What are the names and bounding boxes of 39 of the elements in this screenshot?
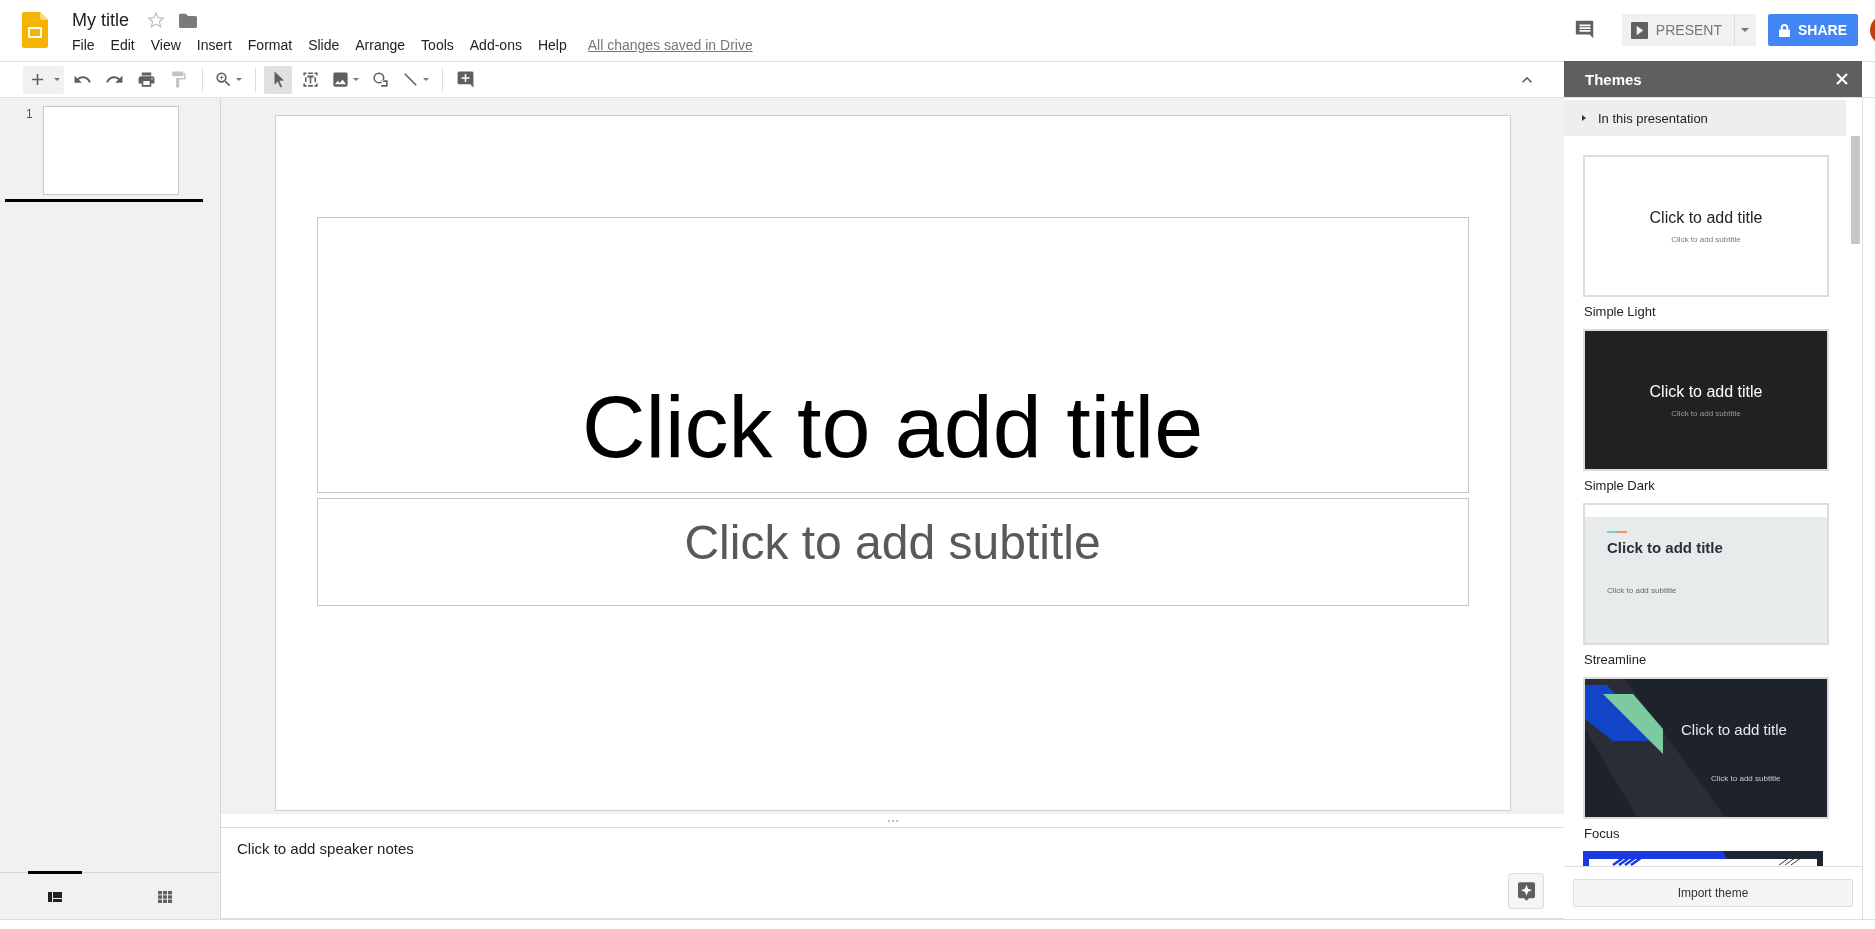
menu-item[interactable]: Tools — [413, 37, 462, 53]
theme-name: Simple Light — [1583, 303, 1657, 321]
share-button[interactable]: SHARE — [1768, 14, 1858, 46]
menu-item[interactable]: Edit — [102, 37, 143, 53]
save-status-link[interactable]: All changes saved in Drive — [587, 37, 753, 53]
menu-item[interactable]: Arrange — [347, 37, 414, 53]
subtitle-placeholder[interactable]: Click to add subtitle — [316, 498, 1469, 606]
slide-number: 1 — [26, 106, 33, 121]
preview-subtitle: Click to add subtitle — [1607, 586, 1677, 595]
preview-title: Click to add title — [1607, 539, 1723, 556]
menu-item[interactable]: Help — [529, 37, 575, 53]
preview-title: Click to add title — [1649, 382, 1763, 401]
preview-subtitle: Click to add subtitle — [1711, 774, 1781, 783]
menu-item[interactable]: File — [72, 37, 103, 53]
theme-preview[interactable]: Click to add title Click to add subtitle — [1583, 677, 1829, 819]
menu-item[interactable]: Slide — [300, 37, 348, 53]
menu-item[interactable]: Add-ons — [461, 37, 530, 53]
panel-title: Themes — [1585, 70, 1642, 88]
document-title[interactable]: My title — [72, 9, 129, 31]
preview-title: Click to add title — [1681, 721, 1787, 738]
theme-name: Focus — [1583, 825, 1621, 843]
theme-name: Streamline — [1583, 651, 1648, 669]
section-header[interactable]: In this presentation — [1564, 100, 1846, 136]
import-theme-button[interactable]: Import theme — [1573, 879, 1853, 907]
title-placeholder[interactable]: Click to add title — [316, 217, 1469, 493]
preview-subtitle: Click to add subtitle — [1671, 234, 1741, 244]
menu-item[interactable]: View — [142, 37, 189, 53]
menu-item[interactable]: Format — [239, 37, 301, 53]
theme-name: Simple Dark — [1583, 477, 1656, 495]
theme-preview[interactable]: Click to add title Click to add subtitle — [1583, 503, 1829, 645]
slide-thumbnail-item[interactable]: 1 — [5, 106, 203, 202]
section-label: In this presentation — [1598, 110, 1708, 126]
preview-title: Click to add title — [1649, 208, 1763, 227]
theme-preview[interactable]: Click to add title Click to add subtitle — [1583, 329, 1829, 471]
menu-item[interactable]: Insert — [188, 37, 240, 53]
slide-canvas[interactable]: Click to add title Click to add subtitle — [274, 115, 1511, 811]
speaker-notes-field[interactable]: Click to add speaker notes — [237, 838, 414, 918]
preview-subtitle: Click to add subtitle — [1671, 408, 1741, 418]
theme-preview[interactable]: Click to add title Click to add subtitle — [1583, 155, 1829, 297]
